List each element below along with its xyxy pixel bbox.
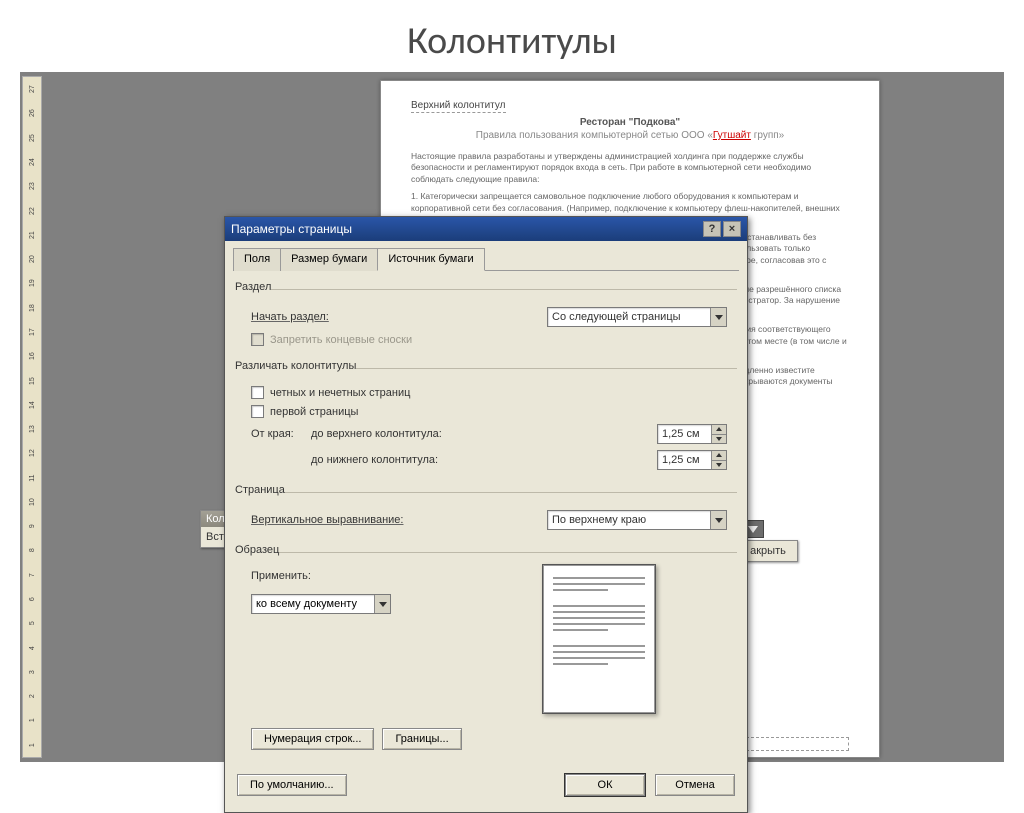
header-label[interactable]: Верхний колонтитул bbox=[411, 100, 506, 113]
apply-to-label: Применить: bbox=[251, 570, 311, 582]
to-footer-label: до нижнего колонтитула: bbox=[311, 454, 438, 466]
vertical-ruler: 1123456789101112131415161718192021222324… bbox=[22, 76, 42, 758]
odd-even-checkbox[interactable] bbox=[251, 386, 264, 399]
first-page-label: первой страницы bbox=[270, 406, 358, 418]
doc-subtitle-link: Гутшайт bbox=[713, 130, 751, 141]
page-setup-dialog: Параметры страницы ? × Поля Размер бумаг… bbox=[224, 216, 748, 813]
odd-even-label: четных и нечетных страниц bbox=[270, 387, 410, 399]
suppress-endnotes-label: Запретить концевые сноски bbox=[270, 334, 412, 346]
spin-down-icon[interactable] bbox=[712, 461, 726, 470]
close-button[interactable]: × bbox=[723, 221, 741, 237]
section-group-label: Раздел bbox=[235, 281, 271, 293]
page-group-label: Страница bbox=[235, 484, 285, 496]
dialog-title-text: Параметры страницы bbox=[231, 222, 352, 236]
slide-title: Колонтитулы bbox=[0, 0, 1024, 72]
section-start-label: Начать раздел: bbox=[251, 311, 329, 323]
headers-group-label: Различать колонтитулы bbox=[235, 360, 356, 372]
tab-paper-source[interactable]: Источник бумаги bbox=[377, 248, 484, 271]
chevron-down-icon[interactable] bbox=[374, 595, 390, 613]
spin-up-icon[interactable] bbox=[712, 451, 726, 461]
valign-dropdown[interactable]: По верхнему краю bbox=[547, 510, 727, 530]
line-numbers-button[interactable]: Нумерация строк... bbox=[251, 728, 374, 750]
footer-distance-spinner[interactable]: 1,25 см bbox=[657, 450, 727, 470]
headers-group: Различать колонтитулы четных и нечетных … bbox=[235, 360, 737, 470]
from-edge-label: От края: bbox=[251, 428, 311, 440]
doc-subtitle: Правила пользования компьютерной сетью О… bbox=[411, 130, 849, 141]
tab-paper-size[interactable]: Размер бумаги bbox=[280, 248, 378, 271]
section-group: Раздел Начать раздел: Со следующей стран… bbox=[235, 281, 737, 346]
workspace: 1123456789101112131415161718192021222324… bbox=[20, 72, 1004, 762]
spin-up-icon[interactable] bbox=[712, 425, 726, 435]
preview-thumbnail bbox=[542, 564, 656, 714]
borders-button[interactable]: Границы... bbox=[382, 728, 461, 750]
page-group: Страница Вертикальное выравнивание: По в… bbox=[235, 484, 737, 530]
chevron-down-icon[interactable] bbox=[710, 511, 726, 529]
ok-button[interactable]: ОК bbox=[565, 774, 645, 796]
doc-heading: Ресторан "Подкова" bbox=[411, 117, 849, 128]
apply-to-dropdown[interactable]: ко всему документу bbox=[251, 594, 391, 614]
valign-label: Вертикальное выравнивание: bbox=[251, 514, 403, 526]
suppress-endnotes-checkbox bbox=[251, 333, 264, 346]
dialog-titlebar[interactable]: Параметры страницы ? × bbox=[225, 217, 747, 241]
first-page-checkbox[interactable] bbox=[251, 405, 264, 418]
default-button[interactable]: По умолчанию... bbox=[237, 774, 347, 796]
tab-strip: Поля Размер бумаги Источник бумаги bbox=[233, 247, 739, 271]
to-header-label: до верхнего колонтитула: bbox=[311, 428, 442, 440]
sample-group: Образец Применить: ко всему документу bbox=[235, 544, 737, 750]
tab-margins[interactable]: Поля bbox=[233, 248, 281, 271]
spin-down-icon[interactable] bbox=[712, 435, 726, 444]
header-distance-spinner[interactable]: 1,25 см bbox=[657, 424, 727, 444]
sample-group-label: Образец bbox=[235, 544, 279, 556]
cancel-button[interactable]: Отмена bbox=[655, 774, 735, 796]
chevron-down-icon[interactable] bbox=[710, 308, 726, 326]
help-button[interactable]: ? bbox=[703, 221, 721, 237]
dialog-footer: По умолчанию... ОК Отмена bbox=[233, 764, 739, 802]
section-start-dropdown[interactable]: Со следующей страницы bbox=[547, 307, 727, 327]
